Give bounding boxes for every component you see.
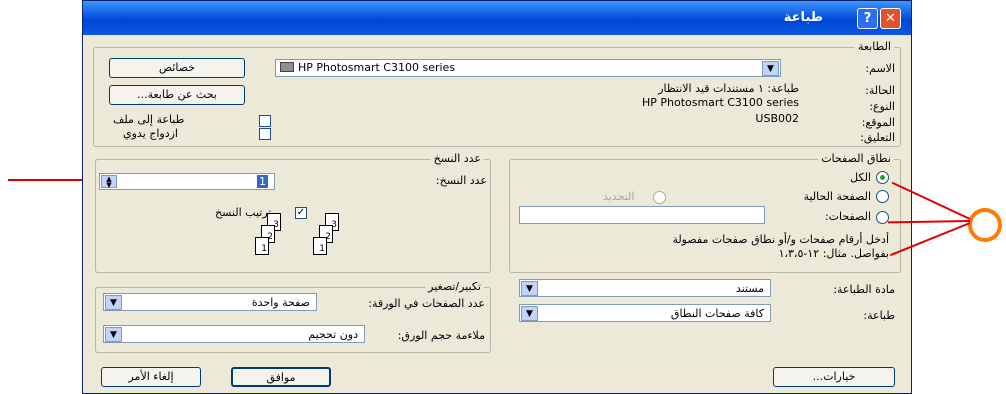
help-button[interactable]: ? <box>857 8 878 29</box>
type-label: النوع: <box>869 100 895 113</box>
title-bar: طباعة ? ✕ <box>83 1 911 35</box>
page-range-hint-2: بفواصل. مثال: ١٢-١،٣،٥ <box>778 247 889 260</box>
radio-current-page[interactable] <box>876 190 889 203</box>
pages-per-sheet-label: عدد الصفحات في الورقة: <box>368 297 485 310</box>
manual-duplex-label: ازدواج يدوي <box>123 127 178 140</box>
radio-pages-label: الصفحات: <box>824 210 871 223</box>
options-button[interactable]: خيارات... <box>773 367 895 387</box>
scale-to-paper-label: ملاءمة حجم الورق: <box>397 329 485 342</box>
print-what-label: مادة الطباعة: <box>833 283 895 296</box>
radio-selection-label: التحديد <box>603 190 635 203</box>
print-filter-value: كافة صفحات النطاق <box>670 307 764 320</box>
page-icon: 1 <box>255 237 269 255</box>
printer-icon <box>280 62 294 72</box>
chevron-down-icon[interactable]: ▼ <box>521 281 538 296</box>
copies-count-input[interactable]: 1 ▲ ▼ <box>99 173 275 190</box>
cancel-button[interactable]: إلغاء الأمر <box>101 367 201 387</box>
radio-current-page-label: الصفحة الحالية <box>803 190 871 203</box>
help-icon: ? <box>863 11 872 26</box>
printer-name-value: HP Photosmart C3100 series <box>298 61 456 74</box>
comment-label: التعليق: <box>860 131 895 144</box>
annotation-arrow-right-2 <box>887 220 971 224</box>
find-printer-button[interactable]: بحث عن طابعة... <box>109 85 245 105</box>
status-value: طباعة: ١ مستندات قيد الانتظار <box>658 82 799 95</box>
zoom-legend: تكبير/تصغير <box>425 280 484 293</box>
copies-count-label: عدد النسخ: <box>435 174 487 187</box>
where-label: الموقع: <box>861 116 895 129</box>
scale-to-paper-select[interactable]: دون تحجيم ▼ <box>103 325 365 343</box>
radio-all-label: الكل <box>850 171 871 184</box>
annotation-circle <box>968 208 1002 242</box>
page-icon: 1 <box>313 237 327 255</box>
spinner-icon[interactable]: ▲ ▼ <box>101 175 117 189</box>
print-what-select[interactable]: مستند ▼ <box>519 279 771 297</box>
chevron-down-icon[interactable]: ▼ <box>762 61 779 76</box>
properties-button[interactable]: خصائص <box>109 58 245 78</box>
printer-name-label: الاسم: <box>865 62 895 75</box>
close-button[interactable]: ✕ <box>880 8 901 29</box>
manual-duplex-checkbox[interactable] <box>259 128 271 140</box>
chevron-down-icon[interactable]: ▼ <box>105 295 122 310</box>
scale-to-paper-value: دون تحجيم <box>308 328 358 341</box>
printer-legend: الطابعة <box>854 40 894 53</box>
where-value: USB002 <box>755 112 799 125</box>
page-range-hint-1: أدخل أرقام صفحات و/أو نطاق صفحات مفصولة <box>672 233 889 246</box>
printer-name-select[interactable]: HP Photosmart C3100 series ▼ <box>275 59 781 77</box>
chevron-down-icon[interactable]: ▼ <box>521 306 538 321</box>
print-filter-label: طباعة: <box>863 309 895 322</box>
radio-all[interactable] <box>876 171 889 184</box>
close-icon: ✕ <box>885 11 896 26</box>
ok-button[interactable]: موافق <box>231 367 331 387</box>
dialog-title: طباعة <box>783 10 823 25</box>
copies-legend: عدد النسخ <box>430 152 484 165</box>
print-dialog: طباعة ? ✕ الطابعة الاسم: HP Photosmart C… <box>82 0 912 394</box>
collate-label: ترتيب النسخ <box>215 206 272 219</box>
print-to-file-checkbox[interactable] <box>259 115 271 127</box>
print-filter-select[interactable]: كافة صفحات النطاق ▼ <box>519 304 771 322</box>
pages-per-sheet-value: صفحة واحدة <box>251 296 310 309</box>
collate-checkbox[interactable]: ✓ <box>295 207 307 219</box>
type-value: HP Photosmart C3100 series <box>641 96 799 109</box>
page-range-legend: نطاق الصفحات <box>818 152 894 165</box>
print-to-file-label: طباعة إلى ملف <box>113 113 185 126</box>
pages-per-sheet-select[interactable]: صفحة واحدة ▼ <box>103 293 317 311</box>
pages-input[interactable] <box>519 206 765 224</box>
radio-selection[interactable] <box>653 191 666 204</box>
copies-count-value: 1 <box>257 175 268 188</box>
chevron-down-icon[interactable]: ▼ <box>105 327 122 342</box>
status-label: الحالة: <box>865 84 895 97</box>
print-what-value: مستند <box>735 282 764 295</box>
